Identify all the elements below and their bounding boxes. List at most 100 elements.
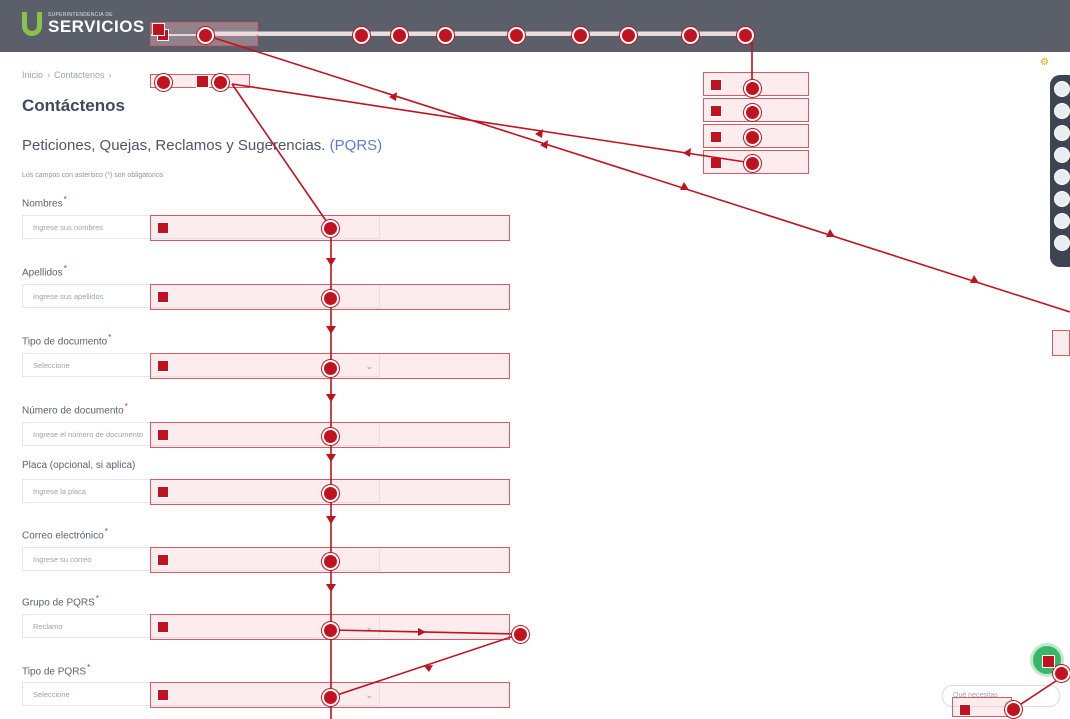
breadcrumb-current: Contactenos	[54, 70, 105, 80]
annotation-tag	[157, 621, 169, 633]
annotation-box	[1052, 330, 1070, 356]
grupo-pqrs-value: Reclamo	[33, 622, 63, 631]
placa-placeholder: Ingrese la placa	[33, 487, 86, 496]
grupo-pqrs-label: Grupo de PQRS*	[22, 594, 99, 608]
nombres-label-text: Nombres	[22, 198, 63, 210]
annotation-tag	[157, 486, 169, 498]
arrow-head	[970, 275, 979, 283]
step-marker	[508, 27, 525, 44]
numero-documento-label: Número de documento*	[22, 402, 128, 416]
step-marker	[197, 27, 214, 44]
step-marker	[744, 129, 761, 146]
flow-line	[204, 34, 1070, 313]
correo-placeholder: Ingrese su correo	[33, 555, 92, 564]
accessibility-toolbar	[1050, 75, 1070, 267]
required-star: *	[63, 264, 67, 273]
numero-documento-label-text: Número de documento	[22, 405, 124, 417]
arrow-head	[683, 148, 691, 157]
placa-label: Placa (opcional, si aplica)	[22, 460, 135, 471]
accessibility-icon[interactable]	[1054, 169, 1070, 185]
step-marker	[744, 155, 761, 172]
arrow-head	[326, 454, 336, 462]
tipo-documento-label: Tipo de documento*	[22, 333, 111, 347]
breadcrumb-separator: ›	[47, 70, 51, 80]
step-marker	[682, 27, 699, 44]
required-star: *	[104, 527, 108, 536]
required-star: *	[124, 402, 128, 411]
correo-label: Correo electrónico*	[22, 527, 108, 541]
tipo-pqrs-label: Tipo de PQRS*	[22, 663, 90, 677]
accessibility-icon[interactable]	[1054, 191, 1070, 207]
annotation-tag	[157, 360, 169, 372]
step-marker	[512, 626, 529, 643]
annotation-tag	[157, 291, 169, 303]
annotation-square	[196, 75, 209, 88]
grupo-pqrs-label-text: Grupo de PQRS	[22, 597, 95, 609]
correo-label-text: Correo electrónico	[22, 530, 104, 542]
tipo-documento-label-text: Tipo de documento	[22, 336, 108, 348]
step-marker	[322, 290, 339, 307]
logo-text: SUPERINTENDENCIA DE SERVICIOS	[48, 13, 145, 36]
step-marker	[737, 27, 754, 44]
annotation-square	[152, 23, 165, 36]
required-star: *	[108, 333, 112, 342]
arrow-head	[535, 129, 543, 138]
step-marker	[1005, 701, 1022, 718]
step-marker	[155, 74, 172, 91]
accessibility-icon[interactable]	[1054, 147, 1070, 163]
arrow-head	[326, 584, 336, 592]
logo-u-icon	[22, 12, 42, 36]
subtitle-main: Peticiones, Quejas, Reclamos y Sugerenci…	[22, 137, 326, 154]
apellidos-placeholder: Ingrese sus apellidos	[33, 292, 104, 301]
step-marker	[744, 104, 761, 121]
step-marker	[572, 27, 589, 44]
step-marker	[1053, 665, 1070, 682]
accessibility-icon[interactable]	[1054, 125, 1070, 141]
page-title: Contáctenos	[22, 96, 125, 115]
step-marker	[322, 428, 339, 445]
page-subtitle: Peticiones, Quejas, Reclamos y Sugerenci…	[22, 137, 382, 154]
arrow-head	[326, 258, 336, 266]
breadcrumb-home-link[interactable]: Inicio	[22, 70, 43, 80]
arrow-head	[680, 182, 689, 190]
breadcrumb-separator-2: ›	[108, 70, 112, 80]
step-marker	[322, 485, 339, 502]
placa-label-text: Placa (opcional, si aplica)	[22, 460, 136, 471]
accessibility-icon[interactable]	[1054, 81, 1070, 97]
accessibility-icon[interactable]	[1054, 103, 1070, 119]
annotation-tag	[157, 429, 169, 441]
annotation-square	[1042, 655, 1055, 668]
numero-documento-placeholder: Ingrese el número de documento	[33, 430, 144, 439]
annotation-tag	[157, 554, 169, 566]
logo-big-text: SERVICIOS	[48, 17, 145, 36]
breadcrumb: Inicio › Contactenos ›	[22, 70, 112, 80]
annotation-tag	[710, 157, 722, 169]
required-fields-note: Los campos con asterisco (*) son obligat…	[22, 172, 164, 179]
apellidos-label: Apellidos*	[22, 264, 67, 278]
arrow-head	[389, 92, 397, 101]
apellidos-label-text: Apellidos	[22, 267, 63, 279]
step-marker	[322, 622, 339, 639]
tipo-pqrs-label-text: Tipo de PQRS	[22, 666, 87, 678]
annotation-tag	[157, 222, 169, 234]
accessibility-icon[interactable]	[1054, 235, 1070, 251]
site-logo[interactable]: SUPERINTENDENCIA DE SERVICIOS	[22, 12, 145, 36]
annotation-tag	[710, 105, 722, 117]
step-marker	[353, 27, 370, 44]
step-marker	[322, 553, 339, 570]
annotation-tag	[959, 704, 971, 716]
tipo-documento-value: Seleccione	[33, 361, 70, 370]
annotation-tag	[710, 79, 722, 91]
step-marker	[322, 689, 339, 706]
accessibility-icon[interactable]	[1054, 213, 1070, 229]
nombres-placeholder: Ingrese sus nombres	[33, 223, 104, 232]
flow-line	[231, 83, 332, 229]
nombres-label: Nombres*	[22, 195, 67, 209]
step-marker	[322, 220, 339, 237]
gear-icon[interactable]: ⚙	[1040, 57, 1049, 68]
arrow-head	[326, 516, 336, 524]
step-marker	[391, 27, 408, 44]
arrow-head	[826, 229, 835, 237]
required-star: *	[87, 663, 91, 672]
annotation-tag	[157, 689, 169, 701]
